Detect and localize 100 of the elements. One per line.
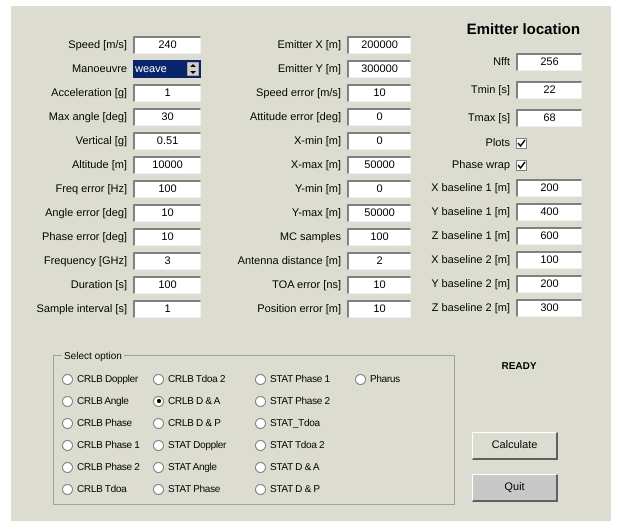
field-label: Y baseline 1 [m] — [430, 204, 511, 220]
field-label: X-max [m] — [290, 158, 342, 173]
field-label: Z baseline 1 [m] — [430, 228, 511, 244]
input-field[interactable]: 0 — [347, 108, 411, 126]
field-label: Z baseline 2 [m] — [430, 300, 511, 316]
input-field[interactable]: 240 — [133, 36, 201, 54]
radio-label: CRLB D & P — [168, 416, 221, 430]
field-label: Manoeuvre — [70, 62, 128, 77]
radio-label: STAT Phase 2 — [270, 394, 330, 408]
input-field[interactable]: 30 — [133, 108, 201, 126]
input-field[interactable]: 100 — [133, 180, 201, 198]
radio-button[interactable] — [62, 418, 73, 428]
radio-button[interactable] — [62, 396, 73, 406]
radio-button[interactable] — [255, 440, 266, 450]
radio-button[interactable] — [255, 374, 266, 384]
radio-button[interactable] — [153, 418, 164, 428]
input-field[interactable]: 200000 — [347, 36, 411, 54]
radio-label: STAT D & P — [270, 482, 320, 496]
input-field[interactable]: 100 — [516, 251, 582, 269]
field-label: Acceleration [g] — [50, 86, 128, 101]
input-field[interactable]: 0 — [347, 132, 411, 150]
input-field[interactable]: 10 — [347, 84, 411, 102]
field-label: Antenna distance [m] — [236, 254, 342, 269]
radio-button[interactable] — [62, 440, 73, 450]
field-label: Tmin [s] — [470, 82, 511, 98]
field-label: Phase wrap — [450, 158, 511, 173]
input-field[interactable]: 68 — [516, 109, 582, 127]
field-label: Y-min [m] — [294, 182, 342, 197]
checkbox[interactable] — [516, 160, 527, 170]
field-label: Phase error [deg] — [41, 230, 128, 245]
input-field[interactable]: 200 — [516, 275, 582, 293]
input-field[interactable]: 1 — [133, 300, 201, 318]
radio-button[interactable] — [153, 484, 164, 494]
radio-button[interactable] — [153, 396, 164, 406]
field-label: Speed [m/s] — [67, 38, 128, 53]
input-field[interactable]: 10 — [347, 276, 411, 294]
radio-label: CRLB Angle — [77, 394, 128, 408]
radio-label: STAT_Tdoa — [270, 416, 320, 430]
radio-label: CRLB Tdoa — [77, 482, 126, 496]
input-field[interactable]: 100 — [347, 228, 411, 246]
radio-button[interactable] — [355, 374, 366, 384]
radio-button[interactable] — [62, 462, 73, 472]
radio-button[interactable] — [153, 440, 164, 450]
input-field[interactable]: 22 — [516, 81, 582, 99]
input-field[interactable]: 10 — [347, 300, 411, 318]
radio-label: STAT Tdoa 2 — [270, 438, 324, 452]
input-field[interactable]: 2 — [347, 252, 411, 270]
field-label: Attitude error [deg] — [248, 110, 342, 125]
field-label: Frequency [GHz] — [42, 254, 128, 269]
radio-label: CRLB Doppler — [77, 372, 138, 386]
radio-button[interactable] — [62, 374, 73, 384]
field-label: Nfft — [492, 54, 511, 70]
field-label: Emitter X [m] — [276, 38, 342, 53]
input-field[interactable]: 50000 — [347, 156, 411, 174]
input-field[interactable]: 10 — [133, 228, 201, 246]
input-field[interactable]: 300000 — [347, 60, 411, 78]
field-label: Position error [m] — [256, 302, 342, 317]
field-label: Vertical [g] — [74, 134, 128, 149]
field-label: X baseline 1 [m] — [430, 180, 511, 196]
field-label: Speed error [m/s] — [255, 86, 342, 101]
field-label: Tmax [s] — [466, 110, 511, 126]
radio-button[interactable] — [255, 462, 266, 472]
radio-button[interactable] — [153, 462, 164, 472]
radio-button[interactable] — [255, 418, 266, 428]
input-field[interactable]: 300 — [516, 299, 582, 317]
field-label: Plots — [484, 136, 511, 151]
input-field[interactable]: 3 — [133, 252, 201, 270]
panel-title: Emitter location — [466, 20, 580, 40]
spinner-field[interactable]: weave — [133, 60, 201, 78]
field-label: Y-max [m] — [290, 206, 342, 221]
radio-label: Pharus — [370, 372, 400, 386]
input-field[interactable]: 10000 — [133, 156, 201, 174]
input-field[interactable]: 0 — [347, 180, 411, 198]
group-title: Select option — [62, 349, 124, 364]
field-label: Emitter Y [m] — [276, 62, 342, 77]
input-field[interactable]: 50000 — [347, 204, 411, 222]
input-field[interactable]: 200 — [516, 179, 582, 197]
field-label: Duration [s] — [70, 278, 128, 293]
input-field[interactable]: 10 — [133, 204, 201, 222]
input-field[interactable]: 600 — [516, 227, 582, 245]
radio-button[interactable] — [255, 484, 266, 494]
input-field[interactable]: 400 — [516, 203, 582, 221]
radio-label: STAT Phase 1 — [270, 372, 330, 386]
input-field[interactable]: 100 — [133, 276, 201, 294]
radio-button[interactable] — [255, 396, 266, 406]
radio-button[interactable] — [153, 374, 164, 384]
action-button[interactable]: Quit — [472, 474, 558, 502]
status-text: READY — [500, 360, 538, 374]
radio-label: STAT Phase — [168, 482, 220, 496]
checkbox[interactable] — [516, 138, 527, 148]
input-field[interactable]: 0.51 — [133, 132, 201, 150]
action-button[interactable]: Calculate — [472, 432, 558, 460]
spin-arrows-icon[interactable] — [187, 62, 199, 76]
field-label: Y baseline 2 [m] — [430, 276, 511, 292]
radio-button[interactable] — [62, 484, 73, 494]
field-label: Sample interval [s] — [36, 302, 128, 317]
input-field[interactable]: 256 — [516, 53, 582, 71]
radio-label: CRLB Phase 1 — [77, 438, 140, 452]
radio-label: STAT Doppler — [168, 438, 226, 452]
input-field[interactable]: 1 — [133, 84, 201, 102]
